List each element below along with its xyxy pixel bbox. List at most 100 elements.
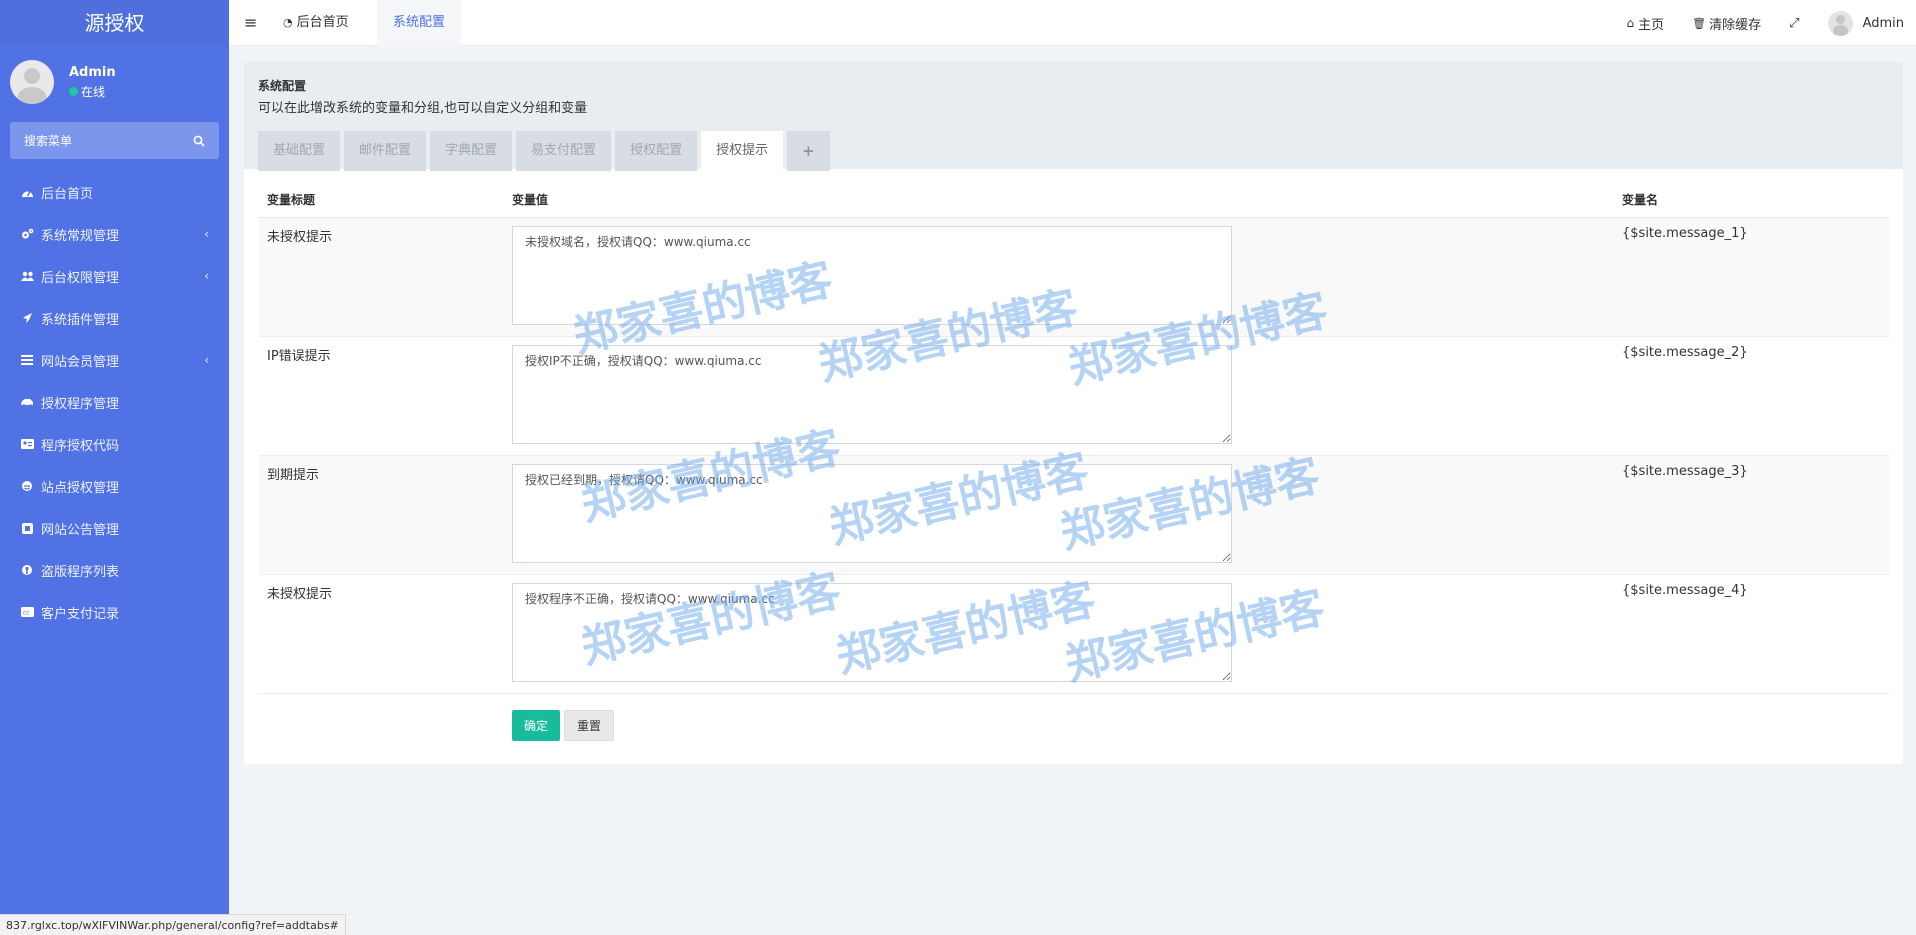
value-textarea[interactable]: 未授权域名，授权请QQ：www.qiuma.cc xyxy=(512,225,1232,325)
tab-basic[interactable]: 基础配置 xyxy=(258,131,341,171)
chevron-left-icon: ‹ xyxy=(204,353,209,367)
status-url-bar: 837.rglxc.top/wXlFVINWar.php/general/con… xyxy=(0,914,346,935)
id-card-icon xyxy=(20,437,34,451)
row-title: 未授权提示 xyxy=(259,573,504,693)
row-variable-name: {$site.message_3} xyxy=(1614,454,1889,574)
home-link[interactable]: ⌂ 主页 xyxy=(1613,14,1679,33)
row-title: IP错误提示 xyxy=(259,335,504,455)
sidebar-item-label: 程序授权代码 xyxy=(41,438,120,454)
row-variable-name: {$site.message_2} xyxy=(1614,335,1889,455)
sidebar-menu: 后台首页 系统常规管理 ‹ 后台权限管理 ‹ 系统插件管理 网站会员管理 ‹ 授权程序… xyxy=(0,171,229,633)
user-avatar xyxy=(1827,10,1853,36)
sidebar-item-dashboard[interactable]: 后台首页 xyxy=(0,171,229,213)
clear-cache-label: 清除缓存 xyxy=(1709,17,1762,33)
home-link-label: 主页 xyxy=(1638,17,1665,33)
cc-icon: cc xyxy=(20,605,34,619)
value-textarea[interactable]: 授权IP不正确，授权请QQ：www.qiuma.cc xyxy=(512,344,1232,444)
sidebar-item-site-auth[interactable]: 站点授权管理 xyxy=(0,465,229,507)
sidebar-item-label: 网站会员管理 xyxy=(41,354,120,370)
column-header-title: 变量标题 xyxy=(259,182,504,218)
svg-text:cc: cc xyxy=(23,610,30,617)
online-dot-icon xyxy=(69,86,78,96)
sidebar-item-permissions[interactable]: 后台权限管理 ‹ xyxy=(0,255,229,297)
config-tabs: 基础配置 邮件配置 字典配置 易支付配置 授权配置 授权提示 + xyxy=(258,131,1889,171)
sidebar-item-label: 客户支付记录 xyxy=(41,606,120,622)
top-navbar: ≡ ◔ 后台首页 系统配置 ⌂ 主页 🗑 清除缓存 ⤢ Admin xyxy=(229,0,1916,46)
sidebar-item-label: 系统常规管理 xyxy=(41,228,120,244)
sidebar-item-label: 系统插件管理 xyxy=(41,312,120,328)
trash-icon: 🗑 xyxy=(1692,16,1707,30)
user-status-label: 在线 xyxy=(81,84,106,99)
sidebar: 源授权 Admin 在线 搜索菜单 后台首页 系统常规管理 ‹ 后台权限管理 ‹ 系… xyxy=(0,0,229,935)
sidebar-item-auth-programs[interactable]: 授权程序管理 xyxy=(0,381,229,423)
column-header-value: 变量值 xyxy=(504,182,1614,218)
search-icon[interactable] xyxy=(193,135,205,147)
table-row: 未授权提示 授权程序不正确，授权请QQ：www.qiuma.cc {$site.… xyxy=(259,573,1889,693)
user-avatar xyxy=(10,60,54,104)
sidebar-item-label: 网站公告管理 xyxy=(41,522,120,538)
dashboard-icon: ◔ xyxy=(283,16,293,29)
tab-system-config-label: 系统配置 xyxy=(393,15,446,30)
sidebar-item-label: 授权程序管理 xyxy=(41,396,120,412)
table-header-row: 变量标题 变量值 变量名 xyxy=(259,182,1889,218)
internet-explorer-icon xyxy=(20,479,34,493)
sidebar-item-label: 站点授权管理 xyxy=(41,480,120,496)
rocket-icon xyxy=(20,311,34,325)
value-textarea[interactable]: 授权程序不正确，授权请QQ：www.qiuma.cc xyxy=(512,582,1232,682)
sidebar-item-payments[interactable]: cc 客户支付记录 xyxy=(0,591,229,633)
sidebar-item-auth-code[interactable]: 程序授权代码 xyxy=(0,423,229,465)
reset-button[interactable]: 重置 xyxy=(564,709,615,741)
tab-dashboard[interactable]: ◔ 后台首页 xyxy=(267,0,365,46)
value-textarea[interactable]: 授权已经到期，授权请QQ：www.qiuma.cc xyxy=(512,463,1232,563)
user-status: 在线 xyxy=(69,83,116,100)
sidebar-item-label: 后台权限管理 xyxy=(41,270,120,286)
dashboard-icon xyxy=(20,185,34,199)
row-variable-name: {$site.message_1} xyxy=(1614,216,1889,336)
tab-dashboard-label: 后台首页 xyxy=(296,15,349,30)
chevron-left-icon: ‹ xyxy=(204,269,209,283)
add-tab-button[interactable]: + xyxy=(787,131,830,171)
panel-header: 系统配置 可以在此增改系统的变量和分组,也可以自定义分组和变量 基础配置 邮件配… xyxy=(244,62,1903,171)
tab-system-config[interactable]: 系统配置 xyxy=(377,0,462,46)
table-row: IP错误提示 授权IP不正确，授权请QQ：www.qiuma.cc {$site… xyxy=(259,335,1889,455)
user-name: Admin xyxy=(69,64,116,80)
sidebar-item-members[interactable]: 网站会员管理 ‹ xyxy=(0,339,229,381)
cogs-icon xyxy=(20,227,34,241)
table-row: 未授权提示 未授权域名，授权请QQ：www.qiuma.cc {$site.me… xyxy=(259,216,1889,336)
tab-email[interactable]: 邮件配置 xyxy=(344,131,427,171)
menu-search-input[interactable]: 搜索菜单 xyxy=(10,122,219,159)
table-row: 到期提示 授权已经到期，授权请QQ：www.qiuma.cc {$site.me… xyxy=(259,454,1889,574)
page-title: 系统配置 xyxy=(258,79,307,93)
submit-button[interactable]: 确定 xyxy=(512,709,561,741)
sidebar-item-piracy-list[interactable]: 盗版程序列表 xyxy=(0,549,229,591)
row-variable-name: {$site.message_4} xyxy=(1614,573,1889,693)
column-header-name: 变量名 xyxy=(1614,182,1889,218)
car-icon xyxy=(20,395,34,409)
fullscreen-button[interactable]: ⤢ xyxy=(1775,16,1813,31)
clear-cache-button[interactable]: 🗑 清除缓存 xyxy=(1678,14,1775,33)
app-logo[interactable]: 源授权 xyxy=(0,0,229,46)
wrench-icon xyxy=(20,563,34,577)
tab-epay[interactable]: 易支付配置 xyxy=(516,131,612,171)
page-description: 可以在此增改系统的变量和分组,也可以自定义分组和变量 xyxy=(258,101,588,116)
expand-icon: ⤢ xyxy=(1789,15,1800,31)
tab-dictionary[interactable]: 字典配置 xyxy=(430,131,513,171)
row-title: 未授权提示 xyxy=(259,216,504,336)
chevron-left-icon: ‹ xyxy=(204,227,209,241)
square-icon xyxy=(20,521,34,535)
menu-toggle-icon[interactable]: ≡ xyxy=(244,13,257,32)
tab-auth-messages[interactable]: 授权提示 xyxy=(701,131,784,171)
home-icon: ⌂ xyxy=(1626,16,1635,30)
sidebar-item-label: 盗版程序列表 xyxy=(41,564,120,580)
sidebar-item-label: 后台首页 xyxy=(41,186,94,202)
sidebar-item-plugins[interactable]: 系统插件管理 xyxy=(0,297,229,339)
sidebar-item-announcements[interactable]: 网站公告管理 xyxy=(0,507,229,549)
form-actions-row: 确定 重置 xyxy=(259,692,1889,748)
sidebar-item-system-general[interactable]: 系统常规管理 ‹ xyxy=(0,213,229,255)
tab-auth-config[interactable]: 授权配置 xyxy=(615,131,698,171)
row-title: 到期提示 xyxy=(259,454,504,574)
menu-search-placeholder: 搜索菜单 xyxy=(24,134,73,148)
user-menu[interactable]: Admin xyxy=(1814,10,1916,36)
user-panel: Admin 在线 xyxy=(0,46,229,118)
config-table: 变量标题 变量值 变量名 未授权提示 未授权域名，授权请QQ：www.qiuma… xyxy=(259,182,1889,748)
